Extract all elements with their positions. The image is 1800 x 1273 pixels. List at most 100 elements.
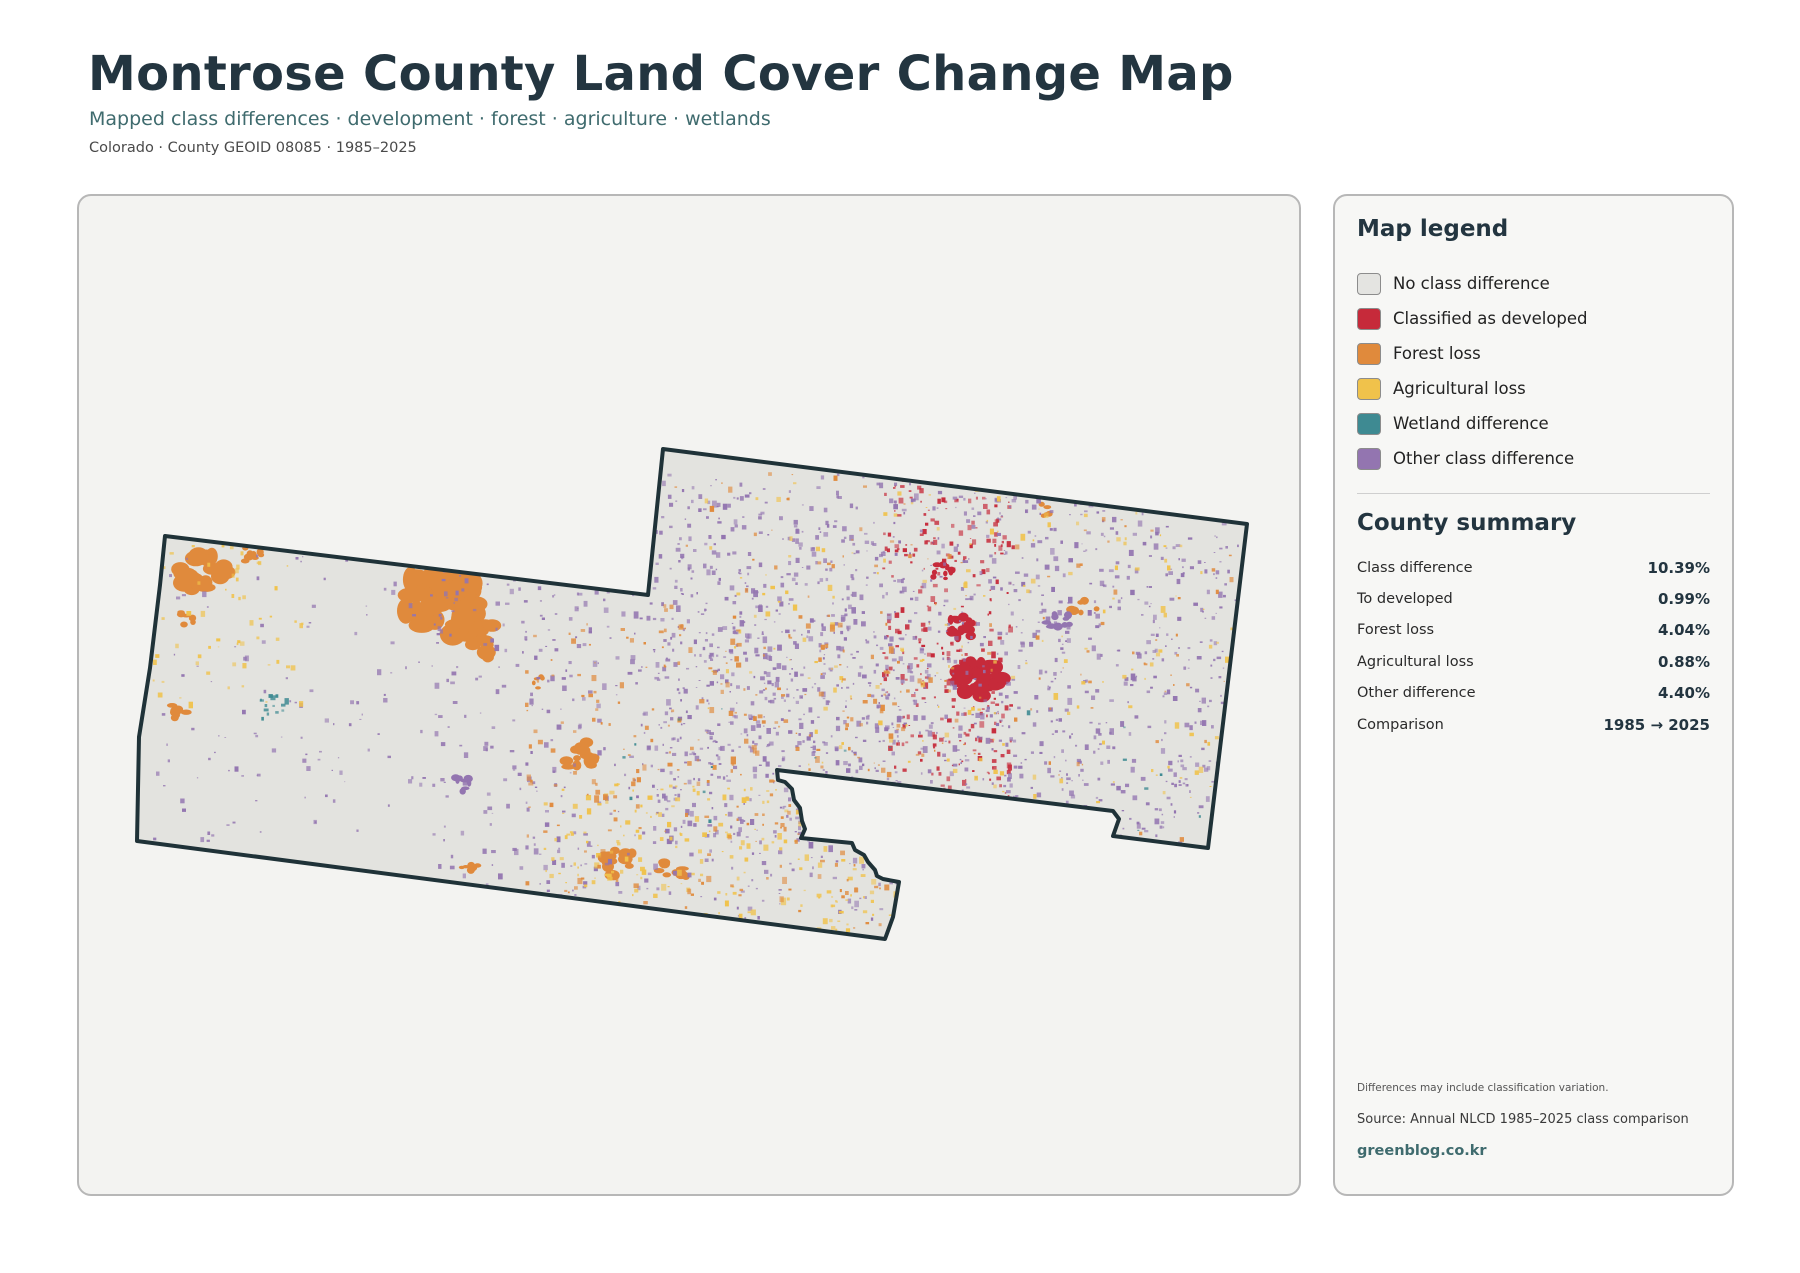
- change-pixel: [878, 720, 883, 726]
- change-pixel: [533, 843, 536, 846]
- change-pixel: [999, 831, 1004, 836]
- change-pixel: [1189, 796, 1192, 798]
- change-pixel: [673, 827, 678, 832]
- change-pixel: [717, 723, 721, 726]
- change-pixel: [963, 483, 967, 486]
- change-pixel: [689, 852, 694, 857]
- change-pixel: [878, 882, 881, 887]
- change-pixel: [270, 695, 276, 701]
- change-pixel: [786, 814, 789, 818]
- map-panel[interactable]: N: [77, 194, 1301, 1196]
- change-pixel: [445, 597, 449, 599]
- change-pixel: [717, 627, 723, 632]
- change-pixel: [528, 782, 534, 786]
- change-pixel: [709, 653, 714, 656]
- change-pixel: [906, 689, 910, 693]
- change-pixel: [1050, 680, 1054, 683]
- change-pixel: [894, 510, 896, 512]
- change-pixel: [447, 726, 450, 728]
- change-pixel: [830, 667, 833, 670]
- change-pixel: [909, 675, 915, 682]
- change-pixel: [747, 885, 750, 887]
- change-pixel: [675, 925, 681, 929]
- change-pixel: [688, 536, 692, 542]
- change-pixel: [832, 595, 835, 599]
- change-pixel: [1006, 790, 1011, 794]
- change-pixel: [710, 766, 713, 768]
- change-pixel: [698, 508, 702, 512]
- change-pixel: [833, 687, 837, 693]
- change-pixel: [491, 812, 494, 814]
- change-pixel: [1153, 614, 1157, 620]
- change-pixel: [264, 704, 268, 708]
- change-pixel: [704, 639, 708, 642]
- change-pixel: [952, 727, 955, 729]
- change-pixel: [1084, 690, 1089, 694]
- change-pixel: [937, 490, 943, 495]
- change-pixel: [1005, 814, 1009, 820]
- change-pixel: [933, 537, 936, 539]
- change-pixel: [1107, 540, 1110, 543]
- change-pixel: [727, 787, 730, 790]
- change-pixel: [876, 704, 881, 709]
- change-pixel: [809, 618, 814, 623]
- change-pixel: [943, 604, 946, 607]
- change-pixel: [966, 519, 971, 523]
- change-pixel: [647, 745, 651, 750]
- change-pixel: [1049, 528, 1053, 531]
- change-pixel: [894, 552, 898, 556]
- change-pixel: [537, 739, 543, 745]
- change-pixel: [1167, 765, 1170, 769]
- change-pixel: [568, 617, 573, 621]
- change-pixel: [823, 742, 828, 746]
- change-pixel: [1145, 802, 1150, 806]
- change-pixel: [733, 519, 738, 525]
- change-pixel: [795, 538, 799, 544]
- change-pixel: [981, 708, 985, 710]
- change-pixel: [1155, 740, 1159, 744]
- change-pixel: [238, 596, 241, 601]
- change-patch: [246, 550, 254, 558]
- change-pixel: [754, 647, 759, 654]
- change-pixel: [624, 913, 627, 917]
- change-pixel: [640, 804, 643, 808]
- change-pixel: [546, 889, 550, 892]
- change-pixel: [902, 663, 905, 665]
- change-pixel: [1033, 818, 1035, 821]
- change-pixel: [697, 611, 700, 613]
- change-pixel: [845, 705, 847, 708]
- change-pixel: [917, 678, 922, 684]
- change-pixel: [683, 723, 686, 725]
- change-pixel: [683, 688, 688, 694]
- change-pixel: [709, 643, 713, 648]
- change-pixel: [820, 675, 825, 679]
- change-pixel: [1013, 495, 1017, 500]
- change-pixel: [377, 733, 380, 735]
- change-patch: [972, 689, 991, 703]
- change-pixel: [740, 773, 742, 776]
- change-pixel: [728, 710, 734, 716]
- change-pixel: [647, 928, 652, 934]
- change-pixel: [829, 823, 832, 826]
- change-pixel: [730, 884, 734, 888]
- legend-item-forest-loss: Forest loss: [1357, 336, 1588, 371]
- change-pixel: [808, 817, 812, 820]
- change-pixel: [952, 672, 955, 675]
- change-pixel: [959, 740, 962, 742]
- change-pixel: [775, 609, 778, 612]
- change-pixel: [835, 900, 838, 903]
- change-pixel: [1002, 480, 1007, 485]
- change-pixel: [547, 629, 551, 631]
- change-pixel: [763, 682, 766, 684]
- change-pixel: [932, 541, 934, 544]
- change-pixel: [191, 545, 195, 548]
- change-pixel: [862, 910, 868, 914]
- change-pixel: [766, 745, 769, 748]
- county-area[interactable]: [137, 449, 1247, 939]
- change-pixel: [1123, 681, 1128, 686]
- change-pixel: [669, 502, 674, 507]
- change-patch: [988, 678, 998, 689]
- map-canvas[interactable]: [79, 196, 1301, 1196]
- change-pixel: [681, 489, 685, 493]
- change-pixel: [940, 784, 945, 787]
